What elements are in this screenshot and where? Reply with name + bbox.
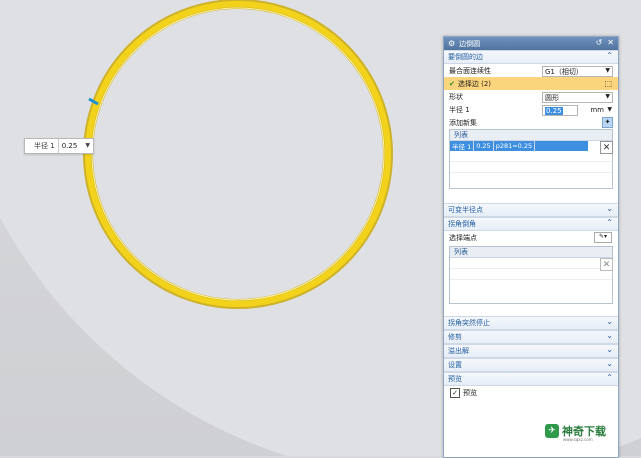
tooltip-label: 半径 1 (34, 142, 55, 150)
chevron-down-icon[interactable]: ▼ (605, 67, 610, 74)
select-point-label: 选择端点 (449, 233, 477, 242)
continuity-row: 最合面连续性 G1（相切） ▼ (444, 64, 618, 77)
list-item (450, 151, 612, 162)
radius-input[interactable]: 0.25 (542, 105, 578, 116)
chevron-down-icon[interactable]: ⌄ (606, 317, 613, 326)
section-preview-label: 预览 (448, 375, 462, 383)
list-item (450, 269, 612, 280)
chevron-down-icon[interactable]: ⌄ (606, 345, 613, 354)
shape-select[interactable]: 圆形 ▼ (542, 92, 613, 103)
section-variable-radius-label: 可变半径点 (448, 206, 483, 214)
watermark-url: www.sqxz.com (563, 437, 593, 442)
close-icon[interactable]: ✕ (607, 38, 614, 47)
dialog-titlebar: ⚙ 边倒圆 ↺ ✕ (444, 37, 618, 50)
list-item (450, 258, 612, 269)
preview-checkbox[interactable]: ✓ (450, 388, 460, 398)
shape-value: 圆形 (545, 93, 559, 102)
corner-list: 列表 ✕ (449, 246, 613, 304)
edge-blend-dialog: ⚙ 边倒圆 ↺ ✕ 要倒圆的边 ⌃ 最合面连续性 G1（相切） ▼ ✔ 选择边 … (443, 36, 619, 458)
edges-list: 列表 半径 1 0.25 p281=0.25 ✕ (449, 129, 613, 189)
chevron-down-icon[interactable]: ⌄ (606, 331, 613, 340)
add-set-label: 添加新集 (449, 118, 477, 127)
radius-row: 半径 1 0.25 mm ▼ (444, 103, 618, 116)
chevron-down-icon[interactable]: ▼ (607, 106, 612, 113)
delete-icon[interactable]: ✕ (600, 258, 613, 271)
list-cell: 半径 1 (450, 141, 475, 151)
continuity-label: 最合面连续性 (449, 66, 491, 75)
section-settings-label: 设置 (448, 361, 462, 369)
add-set-row: 添加新集 ✦ (444, 116, 618, 129)
section-variable-radius[interactable]: 可变半径点 ⌄ (444, 203, 618, 217)
section-corner-setback-label: 拐角倒角 (448, 220, 476, 228)
chevron-down-icon[interactable]: ▼ (85, 142, 90, 149)
section-preview[interactable]: 预览 ⌃ (444, 372, 618, 386)
reset-icon[interactable]: ↺ (596, 38, 603, 47)
list-item[interactable]: 半径 1 0.25 p281=0.25 (450, 141, 588, 151)
list-cell: 0.25 (474, 141, 494, 151)
section-edges[interactable]: 要倒圆的边 ⌃ (444, 50, 618, 64)
dialog-title: 边倒圆 (459, 39, 481, 48)
shape-label: 形状 (449, 92, 463, 101)
radius-tooltip[interactable]: 半径 1 0.25 ▼ (24, 138, 94, 154)
continuity-value: G1（相切） (545, 67, 583, 76)
gear-icon[interactable]: ⚙ (448, 39, 455, 48)
check-icon: ✔ (449, 79, 455, 88)
site-watermark: ✈ 神奇下载 www.sqxz.com (545, 423, 606, 442)
section-trim[interactable]: 修剪 ⌄ (444, 330, 618, 344)
radius-label: 半径 1 (449, 105, 470, 114)
chevron-up-icon[interactable]: ⌃ (606, 51, 613, 60)
select-edge-row[interactable]: ✔ 选择边 (2) ⬚ (444, 77, 618, 90)
chevron-up-icon[interactable]: ⌃ (606, 218, 613, 227)
delete-icon[interactable]: ✕ (600, 141, 613, 154)
chevron-down-icon[interactable]: ⌄ (606, 204, 613, 213)
tooltip-value-input[interactable]: 0.25 ▼ (57, 139, 93, 153)
chevron-up-icon[interactable]: ⌃ (606, 373, 613, 382)
tooltip-value: 0.25 (61, 142, 78, 150)
section-corner-stop-label: 拐角突然停止 (448, 319, 490, 327)
list-header: 列表 (450, 247, 612, 258)
section-trim-label: 修剪 (448, 333, 462, 341)
select-point-row: 选择端点 ✎▾ (444, 231, 618, 244)
section-overflow-label: 溢出解 (448, 347, 469, 355)
chevron-down-icon[interactable]: ⌄ (606, 359, 613, 368)
radius-value: 0.25 (545, 106, 563, 115)
chevron-down-icon[interactable]: ▼ (605, 93, 610, 100)
list-cell: p281=0.25 (494, 141, 536, 151)
preview-label: 预览 (463, 389, 477, 397)
section-corner-setback[interactable]: 拐角倒角 ⌃ (444, 217, 618, 231)
section-edges-label: 要倒圆的边 (448, 53, 483, 61)
section-corner-stop[interactable]: 拐角突然停止 ⌄ (444, 316, 618, 330)
section-overflow[interactable]: 溢出解 ⌄ (444, 344, 618, 358)
shape-row: 形状 圆形 ▼ (444, 90, 618, 103)
radius-unit[interactable]: mm (590, 106, 604, 114)
watermark-logo-icon: ✈ (545, 424, 559, 438)
point-picker-icon[interactable]: ✎▾ (594, 232, 612, 243)
list-header: 列表 (450, 130, 612, 141)
add-set-icon[interactable]: ✦ (602, 117, 613, 128)
continuity-select[interactable]: G1（相切） ▼ (542, 66, 613, 77)
preview-checkbox-row[interactable]: ✓ 预览 (444, 386, 618, 400)
section-settings[interactable]: 设置 ⌄ (444, 358, 618, 372)
select-edge-label: 选择边 (2) (457, 79, 492, 88)
list-item (450, 162, 612, 173)
cube-icon[interactable]: ⬚ (604, 79, 612, 88)
